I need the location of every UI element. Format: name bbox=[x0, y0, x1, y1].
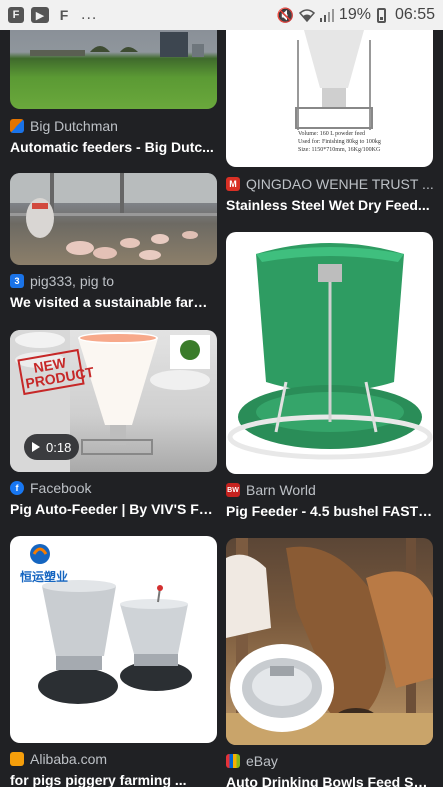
play-icon bbox=[32, 442, 40, 452]
result-card-barn-world[interactable]: BW Barn World Pig Feeder - 4.5 bushel FA… bbox=[226, 232, 433, 522]
signal-icon bbox=[319, 9, 334, 22]
result-image[interactable]: 恒运塑业 bbox=[10, 536, 217, 743]
result-image[interactable]: Volume: 160 L powder feed Used for: Fini… bbox=[226, 30, 433, 167]
spec-text: Volume: 160 L powder feed Used for: Fini… bbox=[298, 130, 381, 154]
alibaba-favicon-icon bbox=[10, 752, 24, 766]
pig333-favicon-icon: 3 bbox=[10, 274, 24, 288]
source-label: Facebook bbox=[30, 480, 92, 496]
result-image[interactable] bbox=[226, 232, 433, 474]
video-duration: 0:18 bbox=[46, 439, 72, 455]
result-card-pig333[interactable]: 3 pig333, pig to We visited a sustainabl… bbox=[10, 173, 217, 313]
result-title[interactable]: for pigs piggery farming ... bbox=[10, 772, 217, 787]
result-source: 3 pig333, pig to bbox=[10, 273, 217, 289]
result-source: f Facebook bbox=[10, 480, 217, 496]
source-label: Alibaba.com bbox=[30, 751, 108, 767]
source-label: Barn World bbox=[246, 482, 316, 498]
chinese-logo: 恒运塑业 bbox=[20, 570, 69, 584]
facebook-favicon-icon: f bbox=[10, 481, 24, 495]
result-card-qingdao[interactable]: Volume: 160 L powder feed Used for: Fini… bbox=[226, 30, 433, 216]
flipboard-icon: F bbox=[8, 7, 24, 23]
source-label: pig333, pig to bbox=[30, 273, 115, 289]
result-source: eBay bbox=[226, 753, 433, 769]
spec-line: Size: 1150*710mm, 16Kg/100KG bbox=[298, 147, 381, 153]
status-bar: F ▶ F ... 🔇 19% 06:55 bbox=[0, 0, 443, 30]
big-dutchman-favicon-icon bbox=[10, 119, 24, 133]
source-label: eBay bbox=[246, 753, 278, 769]
spec-line: Volume: 160 L powder feed bbox=[298, 131, 365, 137]
ebay-favicon-icon bbox=[226, 754, 240, 768]
result-card-alibaba[interactable]: 恒运塑业 Alibaba.com for pigs piggery farmin… bbox=[10, 536, 217, 787]
result-title[interactable]: Stainless Steel Wet Dry Feed... bbox=[226, 197, 433, 213]
result-card-big-dutchman[interactable]: Big Dutchman Automatic feeders - Big Dut… bbox=[10, 30, 217, 158]
battery-icon bbox=[376, 7, 386, 23]
barn-world-favicon-icon: BW bbox=[226, 483, 240, 497]
result-source: Alibaba.com bbox=[10, 751, 217, 767]
result-source: M QINGDAO WENHE TRUST ... bbox=[226, 176, 433, 192]
wifi-icon bbox=[298, 9, 315, 22]
result-title[interactable]: Automatic feeders - Big Dutc... bbox=[10, 139, 217, 155]
result-card-ebay[interactable]: eBay Auto Drinking Bowls Feed Su... bbox=[226, 538, 433, 787]
result-title[interactable]: Pig Feeder - 4.5 bushel FAST ... bbox=[226, 503, 433, 519]
qingdao-favicon-icon: M bbox=[226, 177, 240, 191]
result-title[interactable]: Pig Auto-Feeder | By VIV'S Fa... bbox=[10, 501, 217, 517]
flipboard-alt-icon: F bbox=[59, 7, 69, 23]
youtube-icon: ▶ bbox=[31, 7, 49, 23]
source-label: QINGDAO WENHE TRUST ... bbox=[246, 176, 433, 192]
result-image[interactable] bbox=[226, 538, 433, 745]
result-card-facebook[interactable]: NEW PRODUCT 0:18 f Facebook Pig Auto-Fee… bbox=[10, 330, 217, 520]
video-duration-badge: 0:18 bbox=[24, 434, 80, 460]
spec-line: Used for: Finishing 80kg to 100kg bbox=[298, 139, 381, 145]
battery-percent: 19% bbox=[338, 6, 371, 23]
result-image[interactable] bbox=[10, 173, 217, 265]
result-image[interactable] bbox=[10, 30, 217, 109]
result-title[interactable]: Auto Drinking Bowls Feed Su... bbox=[226, 774, 433, 787]
status-overflow: ... bbox=[81, 6, 98, 23]
mute-icon: 🔇 bbox=[276, 6, 294, 23]
clock-time: 06:55 bbox=[394, 6, 435, 23]
result-title[interactable]: We visited a sustainable farm... bbox=[10, 294, 217, 310]
result-image[interactable]: NEW PRODUCT 0:18 bbox=[10, 330, 217, 472]
source-label: Big Dutchman bbox=[30, 118, 118, 134]
result-source: Big Dutchman bbox=[10, 118, 217, 134]
result-source: BW Barn World bbox=[226, 482, 433, 498]
